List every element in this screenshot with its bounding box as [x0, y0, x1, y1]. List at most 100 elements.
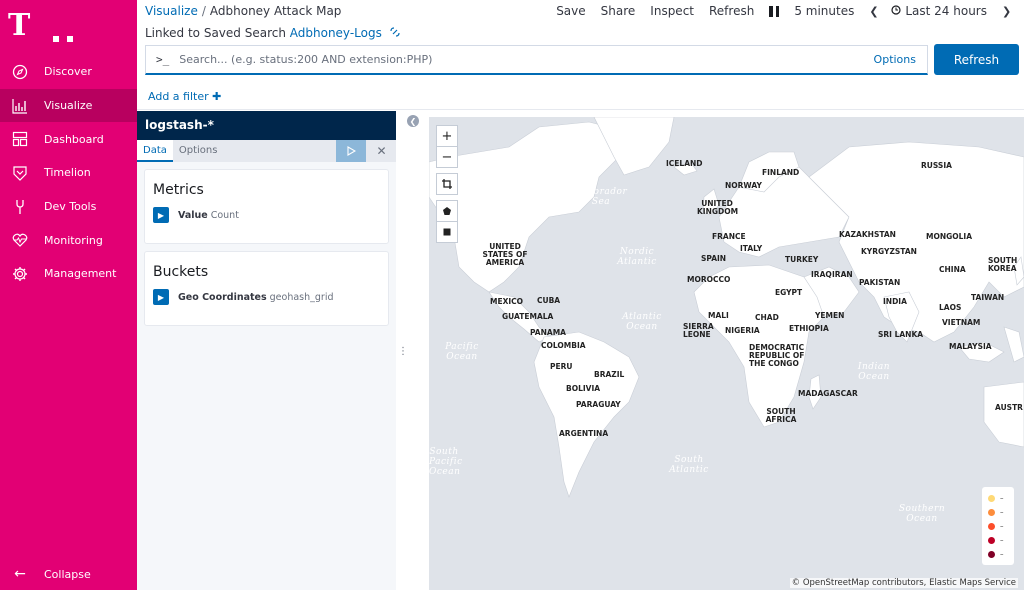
- country-label: BOLIVIA: [566, 384, 601, 393]
- zoom-out-button[interactable]: −: [436, 146, 458, 168]
- wrench-icon: [11, 198, 29, 216]
- legend-swatch: [987, 493, 996, 503]
- collapse-label: Collapse: [44, 567, 91, 581]
- ocean-label: South Pacific Ocean: [429, 447, 463, 477]
- play-icon: [347, 146, 356, 156]
- osm-link[interactable]: OpenStreetMap: [803, 578, 869, 588]
- top-bar: Visualize / Adbhoney Attack Map Save Share…: [137, 0, 1024, 24]
- bucket-agg-type: geohash_grid: [269, 291, 334, 303]
- time-range[interactable]: Last 24 hours: [905, 4, 987, 18]
- unlink-icon[interactable]: [390, 26, 400, 40]
- country-label: MOROCCO: [687, 275, 731, 284]
- nav-dashboard[interactable]: Dashboard: [0, 122, 137, 156]
- chevron-right-icon[interactable]: ❯: [1002, 5, 1012, 18]
- nav-label: Dashboard: [44, 132, 104, 146]
- map-visualization: ❮ ICELAND FINLAND RUSSIA NORWAY UNITED K…: [407, 111, 1024, 590]
- legend-item: –: [987, 533, 1009, 547]
- country-label: MADAGASCAR: [798, 389, 858, 398]
- linked-search-link[interactable]: Adbhoney-Logs: [290, 26, 382, 40]
- nav-label: Visualize: [44, 99, 93, 113]
- collapse-sidebar-icon[interactable]: ❮: [407, 115, 419, 127]
- share-button[interactable]: Share: [601, 4, 636, 18]
- refresh-button[interactable]: Refresh: [934, 44, 1019, 75]
- arrow-left-icon: ←: [14, 566, 26, 582]
- draw-rectangle-button[interactable]: [436, 221, 458, 243]
- map-attribution: © OpenStreetMap contributors, Elastic Ma…: [789, 578, 1018, 588]
- ocean-label: Nordic Atlantic: [617, 247, 657, 267]
- zoom-in-button[interactable]: +: [436, 125, 458, 147]
- nav-visualize[interactable]: Visualize: [0, 88, 137, 123]
- ocean-label: South Atlantic: [669, 455, 709, 475]
- country-label: SIERRA LEONE: [683, 322, 714, 339]
- bucket-agg-row[interactable]: ▶ Geo Coordinates geohash_grid: [153, 289, 334, 305]
- discard-changes-button[interactable]: ✕: [367, 140, 396, 162]
- buckets-card: Buckets ▶ Geo Coordinates geohash_grid: [144, 251, 389, 326]
- index-pattern-title: logstash-*: [137, 111, 396, 140]
- inspect-button[interactable]: Inspect: [650, 4, 694, 18]
- search-options-button[interactable]: Options: [874, 53, 916, 66]
- country-label: PAKISTAN: [859, 278, 901, 287]
- filter-bar: Add a filter ✚: [137, 84, 1024, 110]
- map-canvas[interactable]: ICELAND FINLAND RUSSIA NORWAY UNITED KIN…: [429, 117, 1024, 590]
- legend-swatch: [987, 549, 996, 559]
- telekom-logo[interactable]: T: [8, 10, 78, 44]
- legend-swatch: [987, 521, 996, 531]
- legend-item: –: [987, 505, 1009, 519]
- panel-resizer-handle[interactable]: ⋮: [398, 346, 408, 357]
- add-filter-button[interactable]: Add a filter ✚: [148, 90, 221, 103]
- legend-item: –: [987, 519, 1009, 533]
- nav-dev-tools[interactable]: Dev Tools: [0, 190, 137, 224]
- legend-swatch: [987, 535, 996, 545]
- country-label: MALI: [708, 311, 729, 320]
- query-bar: >_ Options: [145, 45, 928, 75]
- pause-icon[interactable]: [769, 5, 780, 17]
- map-legend: – – – – –: [982, 487, 1014, 565]
- country-label: DEMOCRATIC REPUBLIC OF THE CONGO: [749, 343, 805, 368]
- nav-monitoring[interactable]: Monitoring: [0, 223, 137, 257]
- nav-timelion[interactable]: Timelion: [0, 156, 137, 190]
- country-label: INDIA: [883, 297, 907, 306]
- search-input[interactable]: [179, 53, 874, 66]
- ocean-label: Indian Ocean: [857, 362, 891, 382]
- country-label: VIETNAM: [942, 318, 981, 327]
- refresh-menu-button[interactable]: Refresh: [709, 4, 754, 18]
- country-label: PARAGUAY: [576, 400, 621, 409]
- country-label: COLOMBIA: [541, 341, 586, 350]
- ocean-label: Hudson Bay: [517, 181, 557, 201]
- country-label: NIGERIA: [725, 326, 760, 335]
- legend-swatch: [987, 507, 996, 517]
- tab-options[interactable]: Options: [173, 140, 224, 162]
- country-label: ARGENTINA: [559, 429, 609, 438]
- save-button[interactable]: Save: [556, 4, 585, 18]
- country-label: TAIWAN: [971, 293, 1005, 302]
- refresh-interval[interactable]: 5 minutes: [794, 4, 854, 18]
- tab-data[interactable]: Data: [137, 140, 173, 162]
- country-label: MALAYSIA: [949, 342, 992, 351]
- compass-icon: [11, 63, 29, 81]
- nav-discover[interactable]: Discover: [0, 55, 137, 89]
- collapse-button[interactable]: ← Collapse: [0, 562, 137, 586]
- ocean-label: Southern Ocean: [898, 504, 946, 524]
- plus-icon: ✚: [212, 90, 222, 103]
- country-label: KYRGYZSTAN: [861, 247, 917, 256]
- breadcrumb-visualize[interactable]: Visualize: [145, 4, 198, 18]
- apply-changes-button[interactable]: [336, 140, 366, 162]
- country-label: ICELAND: [666, 159, 703, 168]
- nav-management[interactable]: Management: [0, 257, 137, 291]
- legend-item: –: [987, 547, 1009, 561]
- fit-bounds-button[interactable]: [436, 173, 458, 195]
- country-label: NORWAY: [725, 181, 762, 190]
- country-label: EGYPT: [775, 288, 803, 297]
- country-label: CUBA: [537, 296, 561, 305]
- metrics-title: Metrics: [153, 182, 204, 198]
- chevron-left-icon[interactable]: ❮: [869, 5, 879, 18]
- expand-icon[interactable]: ▶: [153, 207, 169, 223]
- nav-label: Management: [44, 267, 117, 281]
- expand-icon[interactable]: ▶: [153, 289, 169, 305]
- ocean-label: Pacific Ocean: [445, 342, 479, 362]
- metric-agg-row[interactable]: ▶ Value Count: [153, 207, 239, 223]
- ems-link[interactable]: Elastic Maps Service: [929, 578, 1016, 588]
- metric-agg-label: Value: [178, 209, 208, 221]
- draw-polygon-button[interactable]: [436, 200, 458, 222]
- metrics-card: Metrics ▶ Value Count: [144, 169, 389, 244]
